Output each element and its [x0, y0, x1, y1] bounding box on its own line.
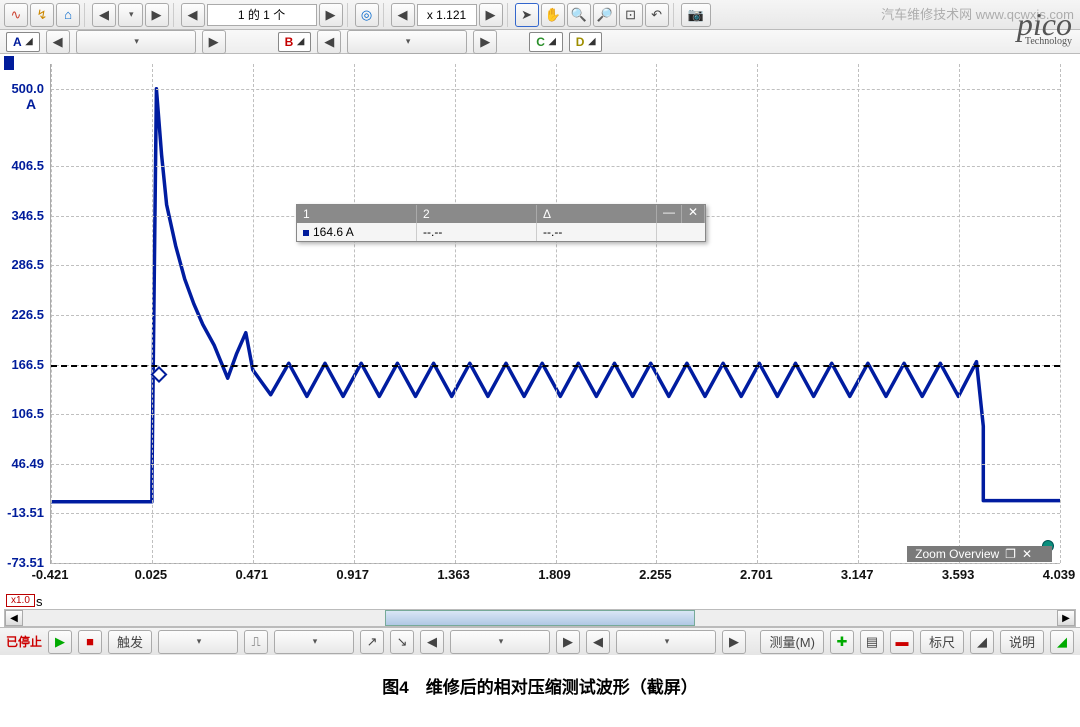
trigger-label[interactable]: 触发: [108, 630, 152, 654]
page-next-btn[interactable]: ▶: [319, 3, 343, 27]
plot-canvas[interactable]: [50, 64, 1060, 564]
channel-b-range-prev[interactable]: ◀: [317, 30, 341, 54]
status-text: 已停止: [6, 633, 42, 650]
horizontal-scrollbar[interactable]: ◀ ▶: [4, 609, 1076, 627]
timebase-first-btn[interactable]: ◀: [92, 3, 116, 27]
timebase-dropdown[interactable]: [118, 3, 143, 27]
measurement-panel[interactable]: 1 2 Δ — ✕ 164.6 A --.-- --.--: [296, 204, 706, 242]
channel-b-range-dd[interactable]: [347, 30, 467, 54]
trigger-level-next[interactable]: ▶: [556, 630, 580, 654]
trigger-level-prev[interactable]: ◀: [420, 630, 444, 654]
trigger-level-dd[interactable]: [450, 630, 550, 654]
meas-val1: 164.6 A: [297, 223, 417, 241]
figure-caption: 图4 维修后的相对压缩测试波形（截屏）: [0, 655, 1080, 716]
timebase-last-btn[interactable]: ▶: [145, 3, 169, 27]
scope-mode-btn[interactable]: ∿: [4, 3, 28, 27]
probe-btn[interactable]: ↯: [30, 3, 54, 27]
notes-toggle-btn[interactable]: ◢: [1050, 630, 1074, 654]
undo-zoom-btn[interactable]: ↶: [645, 3, 669, 27]
stop-btn[interactable]: ■: [78, 630, 102, 654]
zoom-overview-tab[interactable]: Zoom Overview ❐ ✕: [907, 546, 1052, 562]
meas-col2-hdr: 2: [417, 205, 537, 223]
channel-a-range-next[interactable]: ▶: [202, 30, 226, 54]
channel-b-range-next[interactable]: ▶: [473, 30, 497, 54]
measure-del-btn[interactable]: ▬: [890, 630, 914, 654]
locate-btn[interactable]: ◎: [355, 3, 379, 27]
zoom-in-btn[interactable]: 🔍: [567, 3, 591, 27]
status-toolbar: 已停止 ▶ ■ 触发 ⎍ ↗ ↘ ◀ ▶ ◀ ▶ 测量(M) ✚ ▤ ▬ 标尺 …: [0, 627, 1080, 655]
notes-btn[interactable]: 说明: [1000, 630, 1044, 654]
meas-close-btn[interactable]: ✕: [682, 205, 705, 223]
trigger-fall-btn[interactable]: ↘: [390, 630, 414, 654]
trigger-edge-btn[interactable]: ⎍: [244, 630, 268, 654]
trigger-rise-btn[interactable]: ↗: [360, 630, 384, 654]
zoom-region-btn[interactable]: ⊡: [619, 3, 643, 27]
zoom-display[interactable]: [417, 4, 477, 26]
zoom-in-step-btn[interactable]: ▶: [479, 3, 503, 27]
x-unit-label: s: [36, 594, 1080, 609]
channel-b-dropdown[interactable]: B◢: [278, 32, 312, 52]
snapshot-btn[interactable]: 📷: [681, 3, 711, 27]
channel-c-dropdown[interactable]: C◢: [529, 32, 563, 52]
home-btn[interactable]: ⌂: [56, 3, 80, 27]
hand-tool-btn[interactable]: ✋: [541, 3, 565, 27]
waveform-chart: -73.51-13.5146.49106.5166.5226.5286.5346…: [0, 54, 1080, 594]
pico-logo: picoTechnology: [1017, 12, 1072, 46]
y-unit-label: A: [26, 96, 36, 112]
meas-colD-hdr: Δ: [537, 205, 657, 223]
meas-minimize-btn[interactable]: —: [657, 205, 682, 223]
meas-col1-hdr: 1: [297, 205, 417, 223]
pretrigger-next[interactable]: ▶: [722, 630, 746, 654]
measure-edit-btn[interactable]: ▤: [860, 630, 884, 654]
trigger-mode-dd[interactable]: [158, 630, 238, 654]
trigger-ch-dd[interactable]: [274, 630, 354, 654]
channel-d-dropdown[interactable]: D◢: [569, 32, 603, 52]
scroll-left-btn[interactable]: ◀: [5, 610, 23, 626]
page-display[interactable]: [207, 4, 317, 26]
pointer-tool-btn[interactable]: ➤: [515, 3, 539, 27]
zoom-out-btn[interactable]: 🔎: [593, 3, 617, 27]
scroll-thumb[interactable]: [385, 610, 695, 626]
channel-a-dropdown[interactable]: A◢: [6, 32, 40, 52]
channels-toolbar: A◢ ◀ ▶ B◢ ◀ ▶ C◢ D◢ picoTechnology: [0, 30, 1080, 54]
page-prev-btn[interactable]: ◀: [181, 3, 205, 27]
measure-btn[interactable]: 测量(M): [760, 630, 824, 654]
pretrigger-prev[interactable]: ◀: [586, 630, 610, 654]
zoom-out-step-btn[interactable]: ◀: [391, 3, 415, 27]
meas-valD: --.--: [537, 223, 657, 241]
run-btn[interactable]: ▶: [48, 630, 72, 654]
scroll-track[interactable]: [23, 610, 1057, 626]
channel-a-range-dd[interactable]: [76, 30, 196, 54]
ruler-settings-btn[interactable]: ◢: [970, 630, 994, 654]
y-axis: -73.51-13.5146.49106.5166.5226.5286.5346…: [0, 54, 50, 594]
measure-add-btn[interactable]: ✚: [830, 630, 854, 654]
scroll-right-btn[interactable]: ▶: [1057, 610, 1075, 626]
channel-a-range-prev[interactable]: ◀: [46, 30, 70, 54]
meas-val2: --.--: [417, 223, 537, 241]
x-scale-badge: x1.0: [6, 594, 35, 607]
pretrigger-dd[interactable]: [616, 630, 716, 654]
ruler-btn[interactable]: 标尺: [920, 630, 964, 654]
main-toolbar: ∿ ↯ ⌂ ◀ ▶ ◀ ▶ ◎ ◀ ▶ ➤ ✋ 🔍 🔎 ⊡ ↶ 📷 汽车维修技术…: [0, 0, 1080, 30]
